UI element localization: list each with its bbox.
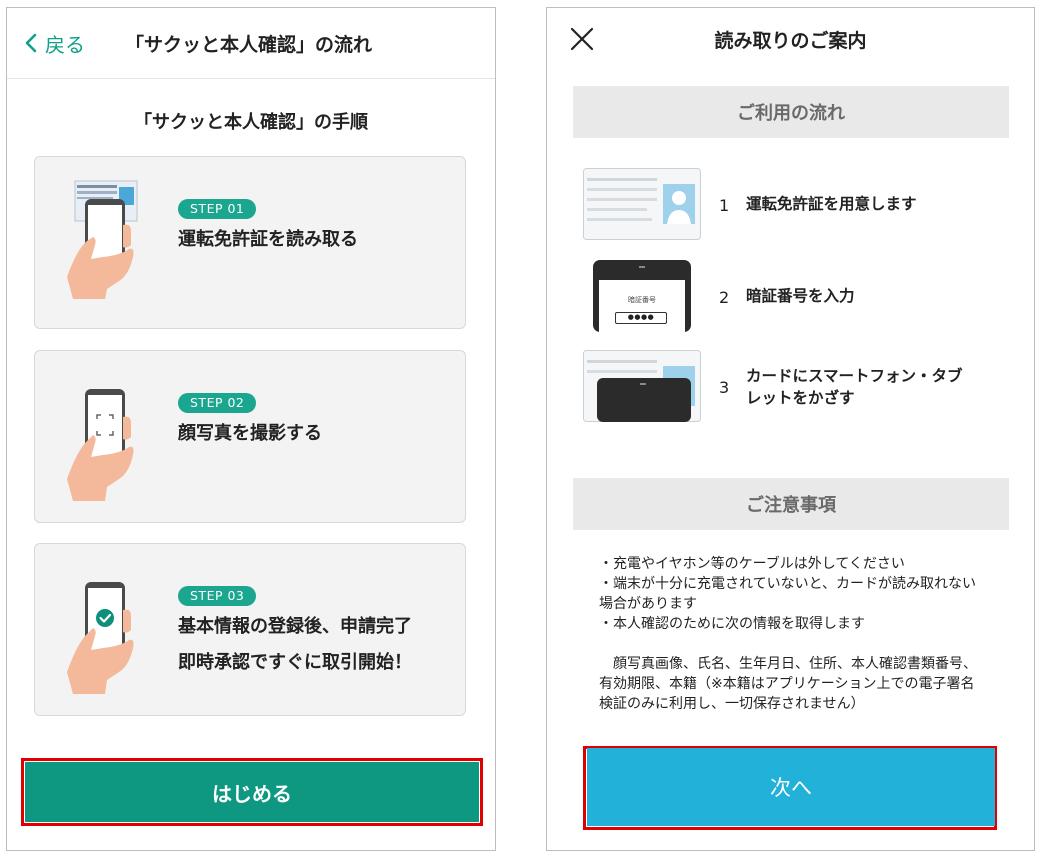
step-description-line-1: 基本情報の登録後、申請完了: [178, 616, 412, 637]
back-label: 戻る: [45, 32, 85, 57]
page-title: 読み取りのご案内: [714, 30, 867, 52]
flow-item-2: 暗証番号 ●●●● 2 暗証番号を入力: [583, 260, 1003, 334]
flow-number: 2: [719, 288, 730, 307]
left-screen: 戻る 「サクッと本人確認」の流れ 「サクッと本人確認」の手順 STEP 01 運…: [6, 7, 496, 851]
flow-description: 運転免許証を用意します: [746, 195, 917, 213]
flow-item-3: 3 カードにスマートフォン・タブ レットをかざす: [583, 350, 1003, 424]
flow-number: 3: [719, 378, 730, 397]
right-header: 読み取りのご案内: [547, 8, 1034, 70]
section-heading-notes: ご注意事項: [573, 478, 1009, 530]
flow-description-line-2: レットをかざす: [746, 389, 855, 407]
step-card-1: STEP 01 運転免許証を読み取る: [34, 156, 466, 329]
step-badge: STEP 03: [178, 586, 257, 606]
phone-pin-field: ●●●●: [615, 312, 667, 324]
step-description: 顔写真を撮影する: [178, 423, 322, 444]
flow-description: 暗証番号を入力: [746, 287, 855, 305]
note-item: 顔写真画像、氏名、生年月日、住所、本人確認書類番号、有効期限、本籍（※本籍はアプ…: [599, 656, 977, 712]
section-heading-flow: ご利用の流れ: [573, 86, 1009, 138]
step-badge: STEP 02: [178, 393, 257, 413]
license-card-illustration: [583, 168, 701, 240]
step-card-2: STEP 02 顔写真を撮影する: [34, 350, 466, 523]
steps-heading: 「サクッと本人確認」の手順: [134, 112, 368, 133]
license-scan-illustration: [67, 180, 138, 299]
left-header: 戻る 「サクッと本人確認」の流れ: [7, 8, 495, 79]
note-item: ・充電やイヤホン等のケーブルは外してください: [599, 556, 905, 572]
start-button[interactable]: はじめる: [25, 762, 479, 822]
flow-item-1: 1 運転免許証を用意します: [583, 168, 1003, 242]
next-button[interactable]: 次へ: [587, 748, 995, 826]
step-card-3: STEP 03 基本情報の登録後、申請完了 即時承認ですぐに取引開始！: [34, 543, 466, 716]
note-spacer: [599, 634, 979, 654]
back-button[interactable]: 戻る: [25, 28, 85, 58]
right-screen: 読み取りのご案内 ご利用の流れ 1 運転免許証を用意します 暗証番号 ●●●● …: [546, 7, 1035, 851]
note-item: ・本人確認のために次の情報を取得します: [599, 616, 865, 632]
phone-pin-label: 暗証番号: [628, 296, 656, 304]
step-badge: STEP 01: [178, 199, 257, 219]
flow-number: 1: [719, 196, 730, 215]
flow-description-line-1: カードにスマートフォン・タブ: [746, 367, 963, 385]
face-capture-illustration: [67, 389, 134, 501]
step-description: 運転免許証を読み取る: [178, 229, 358, 250]
notes-list: ・充電やイヤホン等のケーブルは外してください ・端末が十分に充電されていないと、…: [599, 554, 979, 714]
chevron-left-icon: [25, 33, 37, 53]
check-complete-illustration: [67, 582, 134, 694]
step-description-line-2: 即時承認ですぐに取引開始！: [178, 652, 412, 673]
page-title: 「サクッと本人確認」の流れ: [125, 34, 373, 56]
card-tap-illustration: [583, 350, 701, 422]
note-item: ・端末が十分に充電されていないと、カードが読み取れない場合があります: [599, 576, 977, 612]
